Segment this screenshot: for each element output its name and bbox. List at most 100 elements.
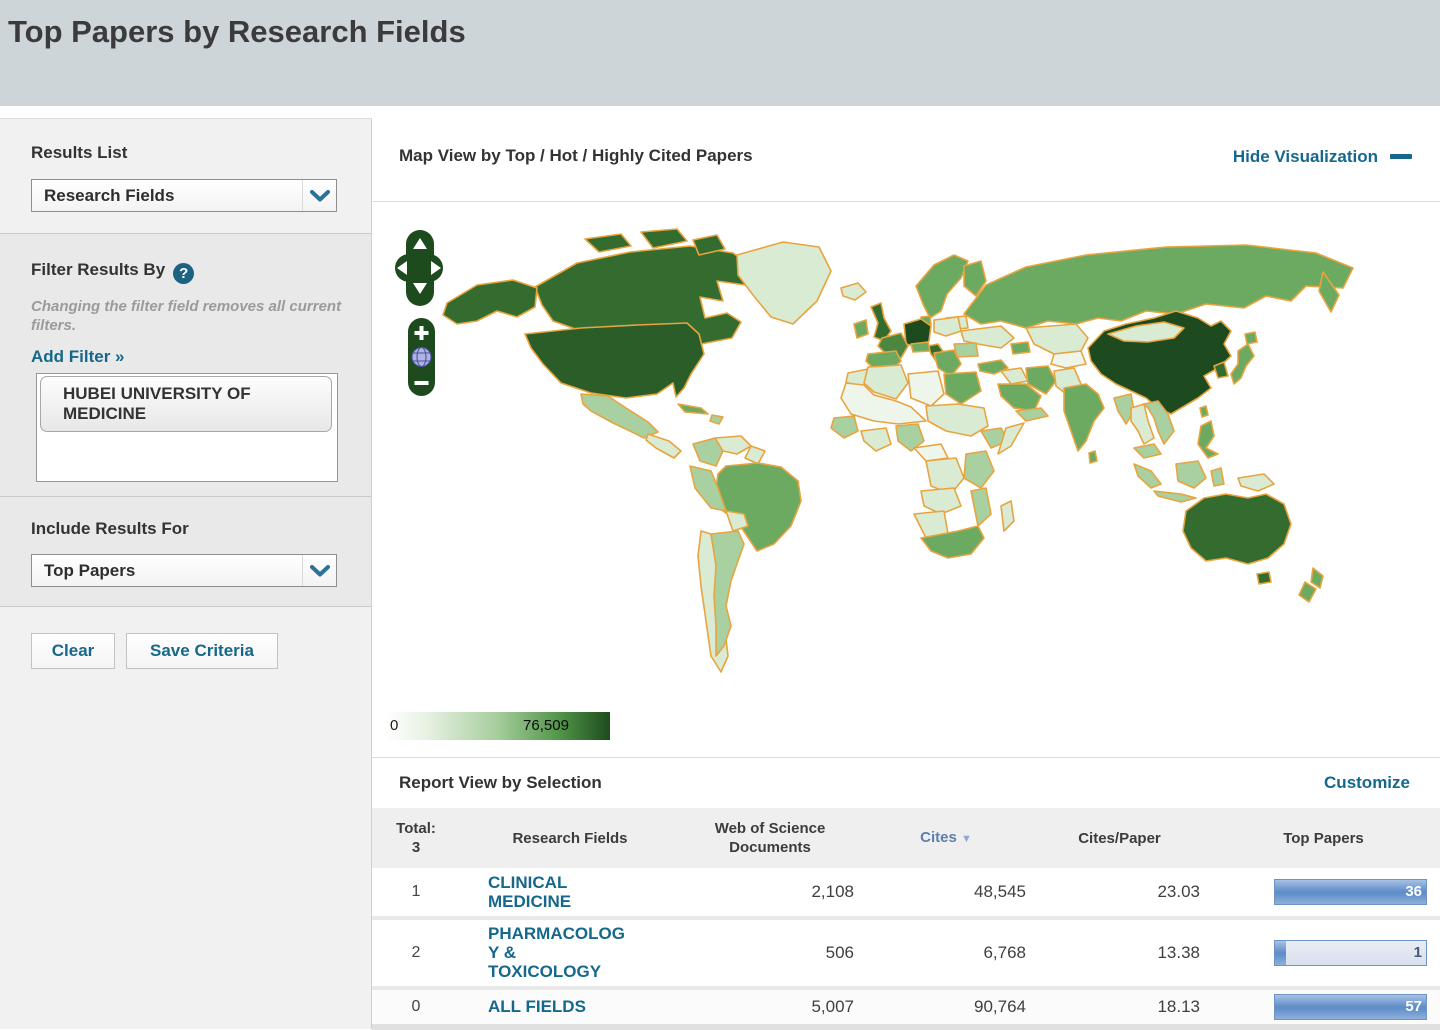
map-region-madagascar[interactable] (1000, 500, 1015, 532)
map-region-angola-zambia[interactable] (920, 487, 962, 515)
include-dropdown[interactable]: Top Papers (31, 554, 337, 587)
map-region-central-asia[interactable] (1050, 350, 1087, 369)
map-region-austria[interactable] (910, 341, 931, 353)
results-list-section: Results List Research Fields (0, 119, 371, 234)
map-region-usa[interactable] (524, 322, 705, 399)
map-region-central-america[interactable] (645, 433, 682, 459)
map-region-libya[interactable] (907, 370, 945, 407)
map-region-australia[interactable] (1182, 493, 1292, 565)
row-rank: 1 (411, 883, 421, 900)
map-region-cameroon-car[interactable] (913, 443, 949, 462)
map-region-mongolia[interactable] (1107, 321, 1185, 343)
report-section: Report View by Selection Customize Total… (372, 757, 1440, 1030)
results-list-label: Results List (31, 143, 128, 162)
map-region-japan[interactable] (1244, 331, 1258, 345)
top-papers-bar: 57 (1274, 994, 1427, 1020)
map-region-cuba[interactable] (677, 403, 709, 415)
map-region-arctic[interactable] (584, 233, 632, 253)
map-region-japan[interactable] (1230, 343, 1255, 385)
column-header-research-fields[interactable]: Research Fields (460, 829, 680, 848)
field-link[interactable]: ALL FIELDS (488, 997, 630, 1016)
chevron-down-icon (302, 555, 336, 586)
map-region-new-guinea[interactable] (1237, 473, 1275, 492)
bar-fill (1275, 880, 1426, 904)
sidebar: Results List Research Fields Filter Resu… (0, 118, 372, 1029)
map-region-tasmania[interactable] (1256, 571, 1272, 585)
map-region-chad-sudan[interactable] (925, 403, 989, 437)
map-region-indonesia[interactable] (1210, 467, 1225, 487)
customize-link[interactable]: Customize (1324, 773, 1410, 793)
row-rank: 0 (411, 998, 421, 1015)
minus-icon (1390, 154, 1412, 159)
include-label: Include Results For (31, 519, 189, 538)
filter-section: Filter Results By? Changing the filter f… (0, 234, 371, 497)
map-region-senegal-guinea[interactable] (830, 415, 859, 439)
map-region-argentina[interactable] (710, 530, 745, 657)
divider (373, 201, 1440, 202)
map-region-kazakhstan[interactable] (1025, 323, 1089, 355)
map-region-russia[interactable] (963, 244, 1354, 329)
map-region-alaska[interactable] (442, 279, 538, 325)
map-region-mexico[interactable] (580, 393, 659, 439)
bar-fill (1275, 995, 1426, 1019)
chevron-down-icon (302, 180, 336, 211)
hide-visualization-link[interactable]: Hide Visualization (1233, 147, 1412, 167)
legend-min-label: 0 (390, 717, 399, 734)
field-link[interactable]: PHARMACOLOGY & TOXICOLOGY (488, 924, 630, 981)
map-region-caucasus[interactable] (1010, 341, 1031, 355)
filter-note: Changing the filter field removes all cu… (31, 298, 342, 334)
zoom-out-icon[interactable] (414, 381, 429, 385)
map-region-mozambique[interactable] (970, 487, 992, 527)
map-region-indonesia[interactable] (1153, 490, 1197, 503)
sort-descending-icon: ▼ (960, 832, 972, 845)
map-region-new-zealand[interactable] (1310, 567, 1324, 589)
save-criteria-button[interactable]: Save Criteria (126, 633, 278, 669)
column-header-top-papers[interactable]: Top Papers (1207, 829, 1440, 848)
column-header-documents[interactable]: Web of Science Documents (680, 819, 860, 857)
map-region-kenya-tanzania[interactable] (963, 450, 995, 489)
map-region-greenland[interactable] (736, 241, 832, 325)
map-zoom-control[interactable] (408, 318, 435, 396)
bar-fill (1275, 941, 1286, 965)
map-region-hispaniola[interactable] (709, 414, 724, 425)
world-map (395, 228, 1354, 673)
results-list-dropdown[interactable]: Research Fields (31, 179, 337, 212)
column-header-cites-per-paper[interactable]: Cites/Paper (1032, 829, 1207, 848)
field-link[interactable]: CLINICAL MEDICINE (488, 873, 630, 911)
map-legend: 0 76,509 (385, 712, 610, 740)
map-region-poland[interactable] (933, 316, 962, 337)
map-region-malaysia[interactable] (1133, 443, 1162, 459)
map-pan-control[interactable] (395, 230, 443, 306)
map-region-ivory-ghana[interactable] (860, 427, 892, 452)
map-view-title: Map View by Top / Hot / Highly Cited Pap… (399, 146, 753, 165)
help-icon[interactable]: ? (173, 263, 195, 284)
map-region-guyanas[interactable] (744, 445, 766, 465)
map-region-ireland[interactable] (853, 319, 869, 339)
clear-button[interactable]: Clear (31, 633, 115, 669)
map-region-romania[interactable] (953, 342, 979, 358)
globe-icon[interactable] (411, 347, 432, 367)
map-region-sri-lanka[interactable] (1088, 450, 1098, 464)
map-region-syria-iraq[interactable] (1000, 367, 1029, 385)
map-region-iceland[interactable] (840, 282, 867, 301)
map-region-taiwan[interactable] (1199, 405, 1209, 418)
top-papers-bar: 1 (1274, 940, 1427, 966)
map-region-indonesia[interactable] (1133, 463, 1162, 489)
map-region-egypt[interactable] (943, 371, 982, 405)
column-header-total: Total: 3 (396, 820, 436, 856)
map-region-norway-sweden[interactable] (915, 254, 969, 319)
cites-per-paper-value: 23.03 (1157, 882, 1200, 901)
map-region-yemen-oman[interactable] (1015, 407, 1049, 422)
cites-value: 48,545 (974, 882, 1026, 901)
map-region-uk[interactable] (870, 302, 892, 342)
map-region-india[interactable] (1063, 383, 1105, 452)
map-region-arctic[interactable] (640, 228, 688, 249)
map-region-korea[interactable] (1213, 361, 1229, 379)
filter-chip[interactable]: HUBEI UNIVERSITY OF MEDICINE (40, 376, 332, 432)
map-region-new-zealand[interactable] (1298, 581, 1317, 603)
column-header-cites[interactable]: Cites ▼ (860, 828, 1032, 849)
table-row: 0 ALL FIELDS 5,007 90,764 18.13 57 (372, 986, 1440, 1024)
map-region-philippines[interactable] (1197, 420, 1219, 459)
map-region-indonesia[interactable] (1175, 460, 1207, 489)
add-filter-link[interactable]: Add Filter » (31, 347, 125, 367)
